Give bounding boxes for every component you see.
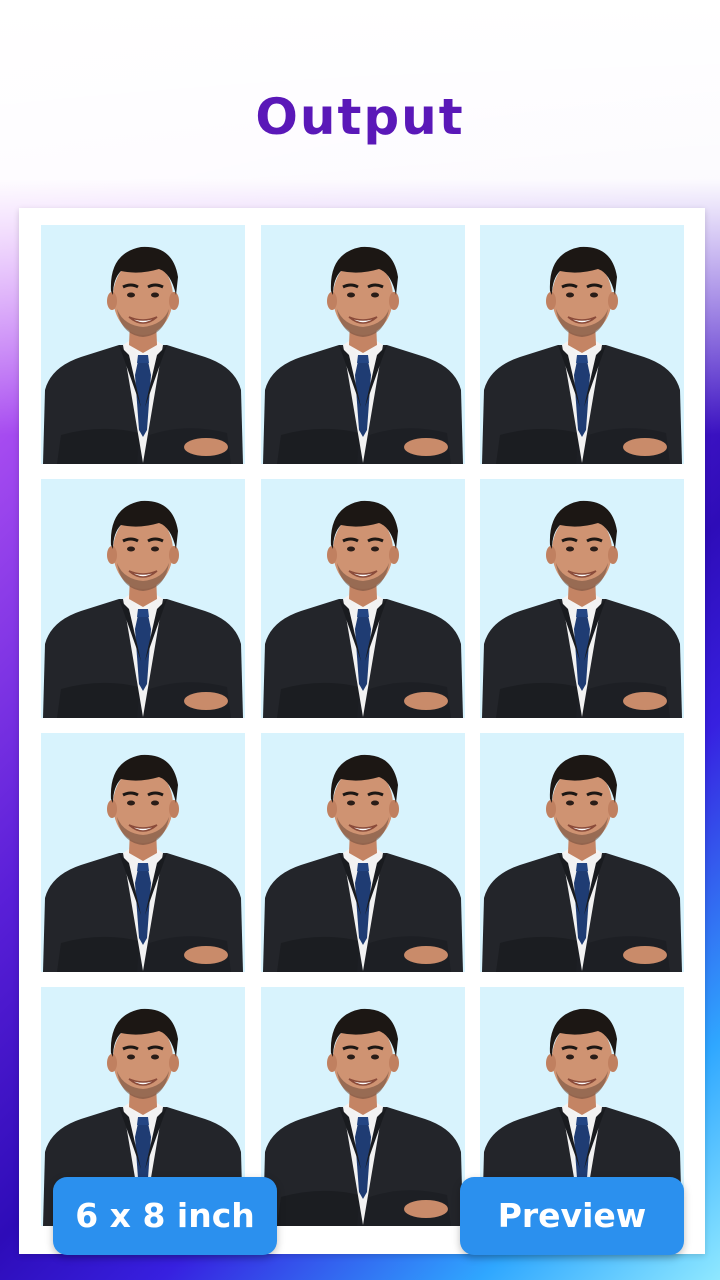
photo-sheet <box>19 208 705 1254</box>
passport-photo <box>261 479 465 718</box>
passport-photo <box>41 225 245 464</box>
passport-photo <box>480 733 684 972</box>
passport-photo <box>261 225 465 464</box>
page-title: Output <box>255 88 465 146</box>
passport-photo <box>480 479 684 718</box>
passport-photo <box>261 733 465 972</box>
passport-photo <box>480 225 684 464</box>
passport-photo <box>41 733 245 972</box>
passport-photo <box>41 479 245 718</box>
preview-button[interactable]: Preview <box>460 1177 684 1255</box>
passport-photo <box>261 987 465 1226</box>
paper-size-button[interactable]: 6 x 8 inch <box>53 1177 277 1255</box>
